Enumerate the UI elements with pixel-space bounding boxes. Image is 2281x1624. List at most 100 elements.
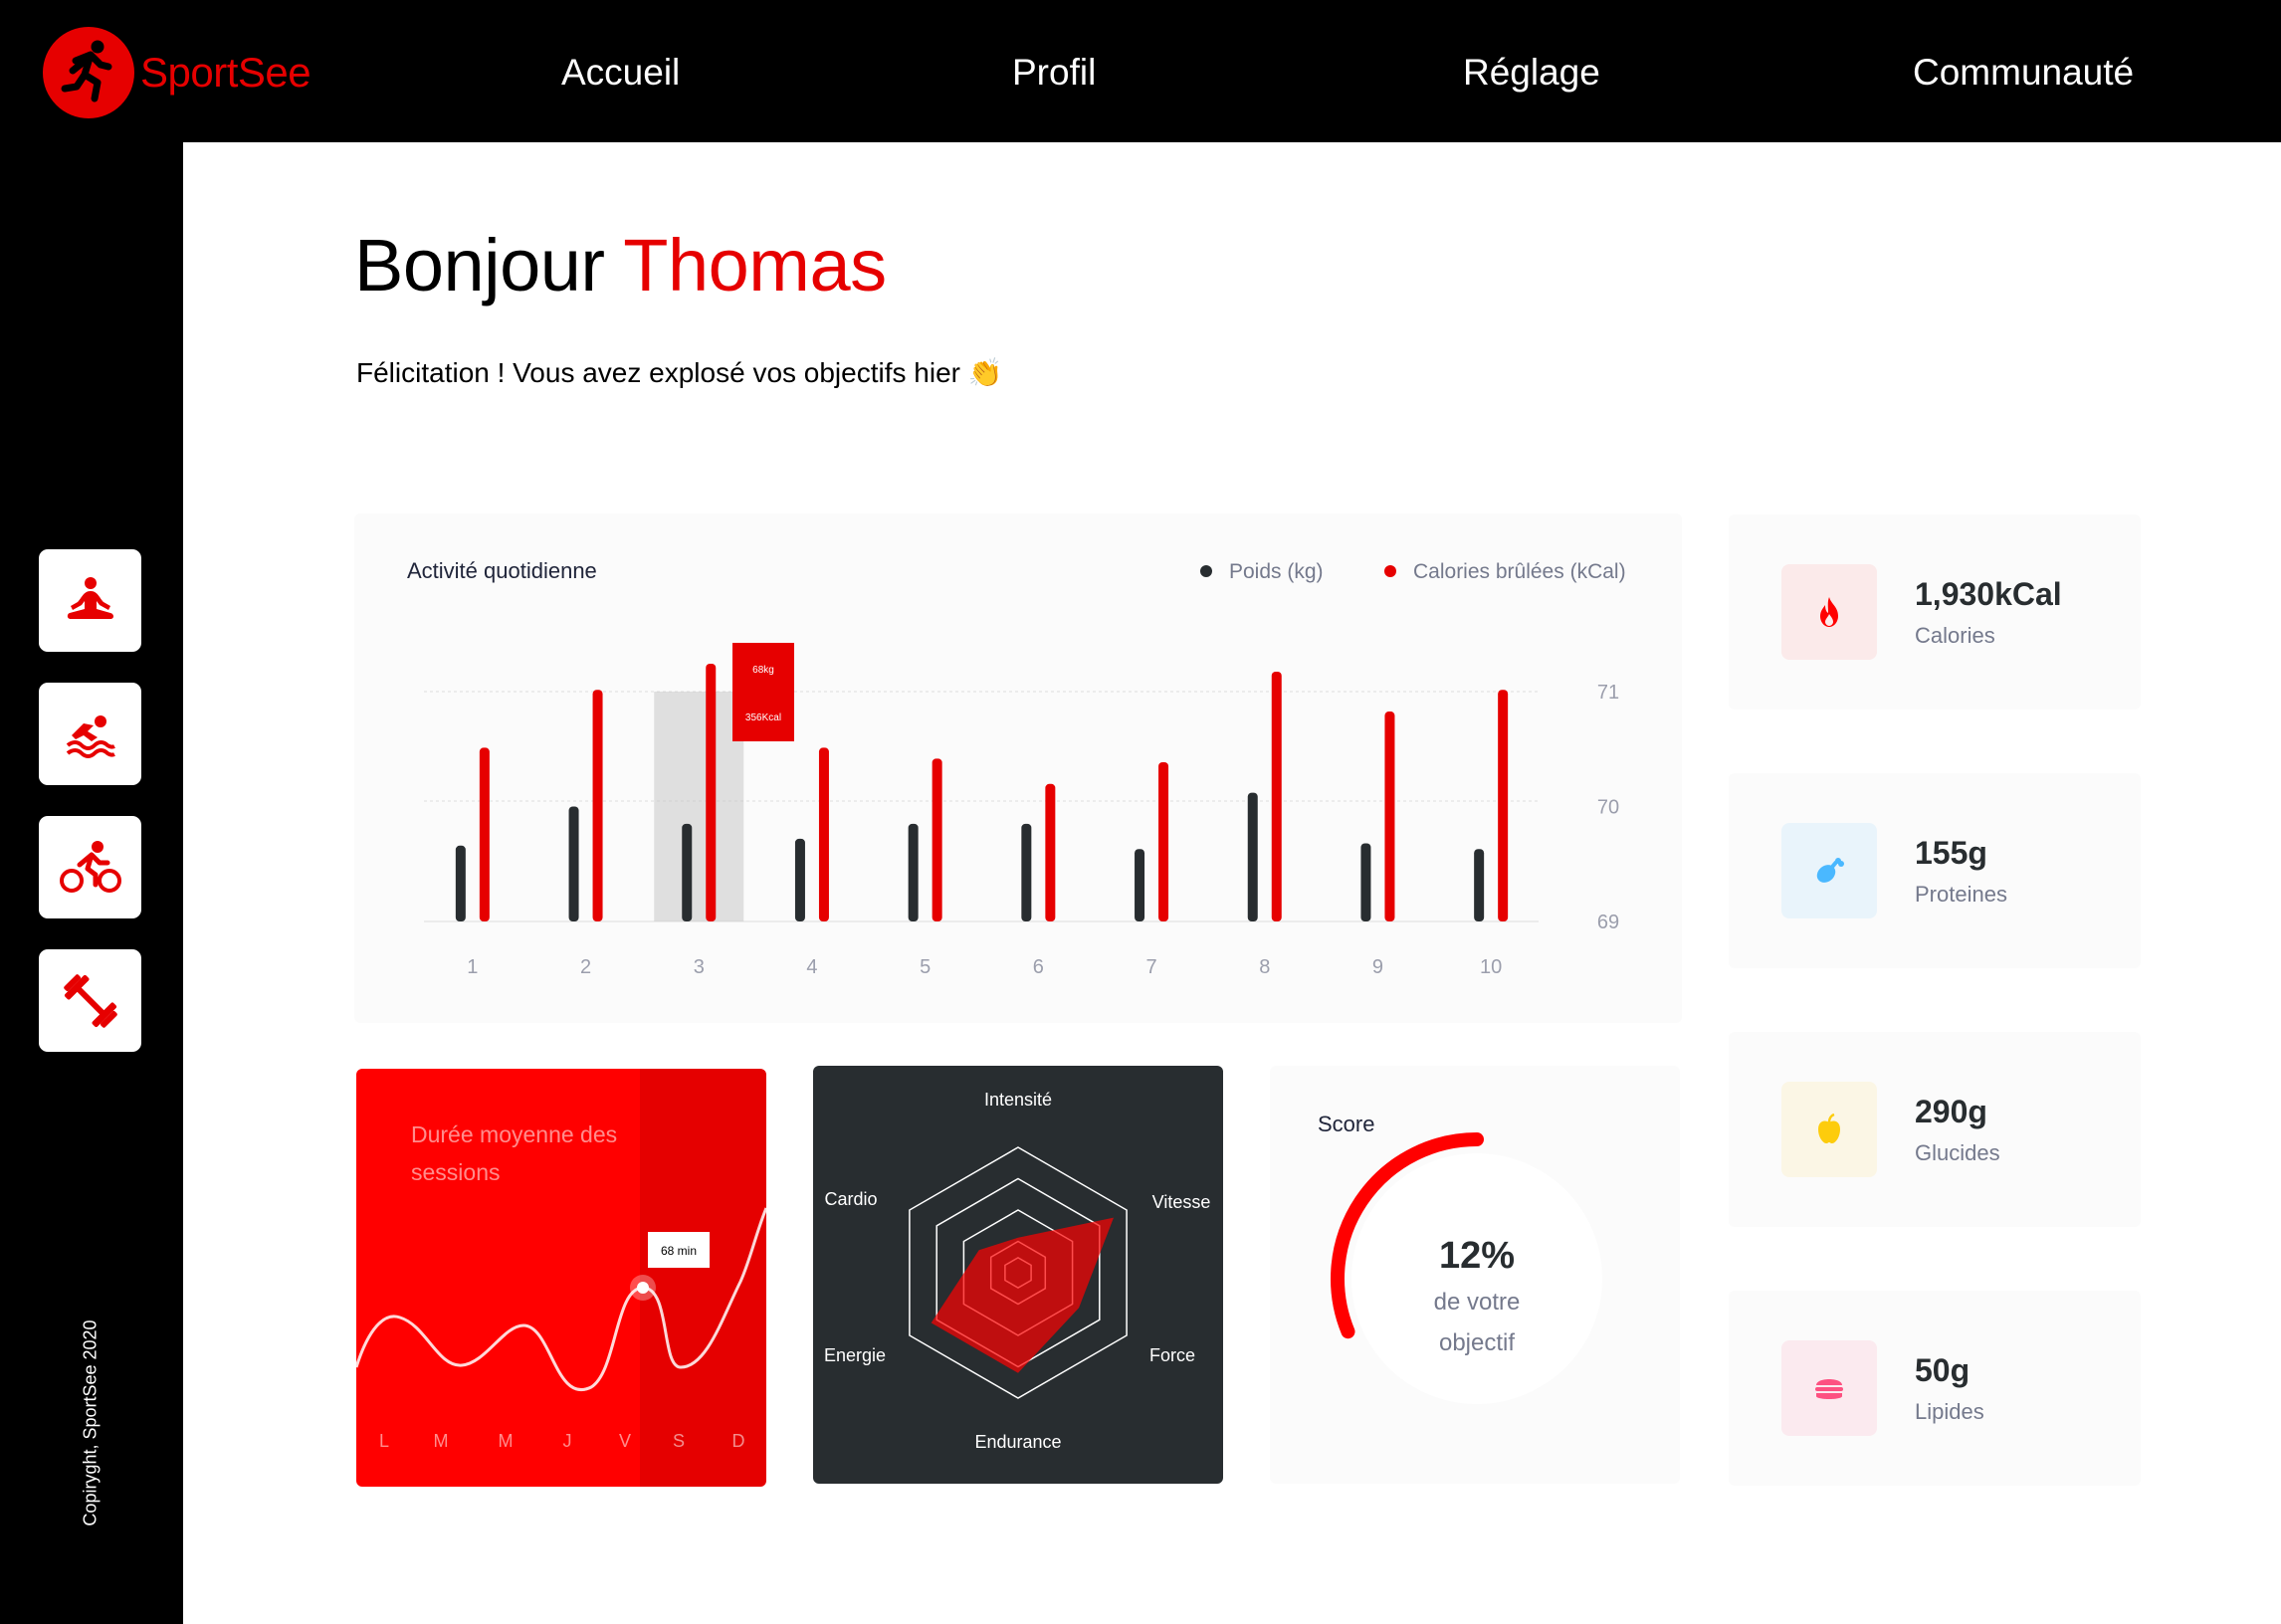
- top-navbar: SportSee Accueil Profil Réglage Communau…: [0, 0, 2281, 142]
- radar-axis-label: Energie: [824, 1345, 886, 1365]
- x-tick-label: 3: [694, 956, 705, 978]
- weight-bar: [568, 806, 579, 921]
- x-tick-label: 8: [1259, 956, 1270, 978]
- calories-value: 1,930kCal: [1915, 576, 2062, 612]
- lipids-icon-box: [1781, 1340, 1877, 1436]
- lipids-card: 50g Lipides: [1729, 1291, 2141, 1486]
- radar-axis-label: Force: [1149, 1345, 1195, 1365]
- lipids-value: 50g: [1915, 1352, 1970, 1388]
- daily-activity-chart: Activité quotidienne Poids (kg) Calories…: [354, 513, 1682, 1023]
- calories-bar: [479, 747, 490, 921]
- x-tick-label: 1: [467, 956, 478, 978]
- sessions-title-line1: Durée moyenne des: [411, 1121, 617, 1147]
- calories-bar: [1158, 761, 1169, 921]
- calories-bar: [1271, 672, 1282, 921]
- score-caption-line1: de votre: [1434, 1289, 1521, 1316]
- nav-home[interactable]: Accueil: [561, 50, 680, 96]
- day-label: S: [673, 1431, 685, 1451]
- carbs-label: Glucides: [1915, 1140, 2000, 1165]
- day-label: J: [563, 1431, 572, 1451]
- carbs-card: 290g Glucides: [1729, 1032, 2141, 1227]
- calories-label: Calories: [1915, 623, 1995, 648]
- left-sidebar: Copiryght, SportSee 2020: [0, 142, 183, 1624]
- legend-calories-dot: [1384, 565, 1396, 577]
- average-sessions-svg: Durée moyenne des sessions 68 min L M M J V S…: [356, 1069, 766, 1487]
- calories-bar: [818, 747, 829, 921]
- apple-icon: [1818, 1113, 1840, 1143]
- activity-title: Activité quotidienne: [407, 558, 597, 583]
- yoga-icon: [67, 576, 113, 619]
- sessions-tooltip: 68 min: [648, 1232, 710, 1268]
- sidebar-cycling-button[interactable]: [39, 816, 141, 918]
- highlighted-day-zone: [654, 692, 744, 921]
- day-label: D: [732, 1431, 745, 1451]
- day-label: M: [434, 1431, 449, 1451]
- legend-weight-dot: [1200, 565, 1212, 577]
- score-svg: Score 12% de votre objectif: [1318, 1112, 1602, 1404]
- x-tick-label: 10: [1480, 956, 1502, 978]
- proteins-icon-box: [1781, 823, 1877, 918]
- weight-bar: [455, 845, 466, 921]
- tooltip-calories: 356Kcal: [745, 712, 781, 723]
- radar-axis-label: Cardio: [824, 1189, 877, 1209]
- copyright-text: Copiryght, SportSee 2020: [80, 1320, 101, 1526]
- calories-bar: [706, 664, 717, 921]
- weight-bar: [794, 838, 805, 921]
- calories-icon-box: [1781, 564, 1877, 660]
- swimming-icon: [66, 714, 115, 758]
- nav-community[interactable]: Communauté: [1913, 50, 2134, 96]
- cheeseburger-icon: [1815, 1379, 1843, 1399]
- fire-icon: [1820, 597, 1838, 627]
- lipids-label: Lipides: [1915, 1399, 1984, 1424]
- weight-bar: [682, 823, 693, 921]
- proteins-value: 155g: [1915, 835, 1987, 871]
- calories-bar: [1045, 783, 1056, 921]
- runner-logo-icon: [43, 27, 134, 118]
- user-first-name: Thomas: [623, 224, 887, 306]
- carbs-icon-box: [1781, 1082, 1877, 1177]
- y-tick-label: 69: [1597, 912, 1619, 933]
- average-sessions-chart: Durée moyenne des sessions 68 min L M M J V S…: [356, 1069, 766, 1487]
- score-title: Score: [1318, 1112, 1374, 1136]
- app-name: SportSee: [140, 49, 311, 96]
- score-inner-circle: [1351, 1153, 1602, 1404]
- sidebar-yoga-button[interactable]: [39, 549, 141, 652]
- legend-calories-label: Calories brûlées (kCal): [1413, 560, 1626, 583]
- x-tick-label: 9: [1372, 956, 1383, 978]
- weight-bar: [1135, 849, 1145, 921]
- nav-settings[interactable]: Réglage: [1463, 50, 1600, 96]
- y-tick-label: 70: [1597, 797, 1619, 819]
- radar-axis-label: Intensité: [984, 1090, 1052, 1110]
- weight-bar: [908, 823, 919, 921]
- svg-text:68 min: 68 min: [661, 1244, 697, 1258]
- x-tick-label: 6: [1033, 956, 1044, 978]
- day-label: V: [619, 1431, 631, 1451]
- performance-radar-chart: Intensité Vitesse Force Endurance Energie Car…: [813, 1066, 1223, 1484]
- x-tick-label: 7: [1145, 956, 1156, 978]
- day-label: L: [379, 1431, 389, 1451]
- proteins-card: 155g Proteines: [1729, 773, 2141, 968]
- page-title: Bonjour Thomas: [354, 224, 887, 306]
- proteins-label: Proteines: [1915, 882, 2007, 907]
- score-value: 12%: [1439, 1235, 1515, 1277]
- nav-profile[interactable]: Profil: [1012, 50, 1096, 96]
- tooltip-weight: 68kg: [752, 665, 774, 676]
- sessions-title-line2: sessions: [411, 1159, 500, 1185]
- congratulation-message: Félicitation ! Vous avez explosé vos obj…: [356, 357, 1003, 388]
- cycling-icon: [59, 840, 121, 893]
- calories-bar: [1384, 711, 1395, 921]
- chicken-icon: [1816, 858, 1844, 883]
- sessions-active-point: [637, 1282, 649, 1294]
- score-caption-line2: objectif: [1439, 1329, 1515, 1356]
- sidebar-bodybuilding-button[interactable]: [39, 949, 141, 1052]
- weight-bar: [1247, 792, 1258, 921]
- performance-radar-svg: Intensité Vitesse Force Endurance Energie Car…: [824, 1090, 1210, 1452]
- sidebar-swimming-button[interactable]: [39, 683, 141, 785]
- app-logo[interactable]: SportSee: [43, 27, 311, 118]
- day-label: M: [499, 1431, 514, 1451]
- calories-bar: [592, 690, 603, 921]
- weight-bar: [1474, 849, 1485, 921]
- x-tick-label: 4: [806, 956, 817, 978]
- daily-activity-svg: Activité quotidienne Poids (kg) Calories…: [407, 558, 1626, 978]
- carbs-value: 290g: [1915, 1094, 1987, 1129]
